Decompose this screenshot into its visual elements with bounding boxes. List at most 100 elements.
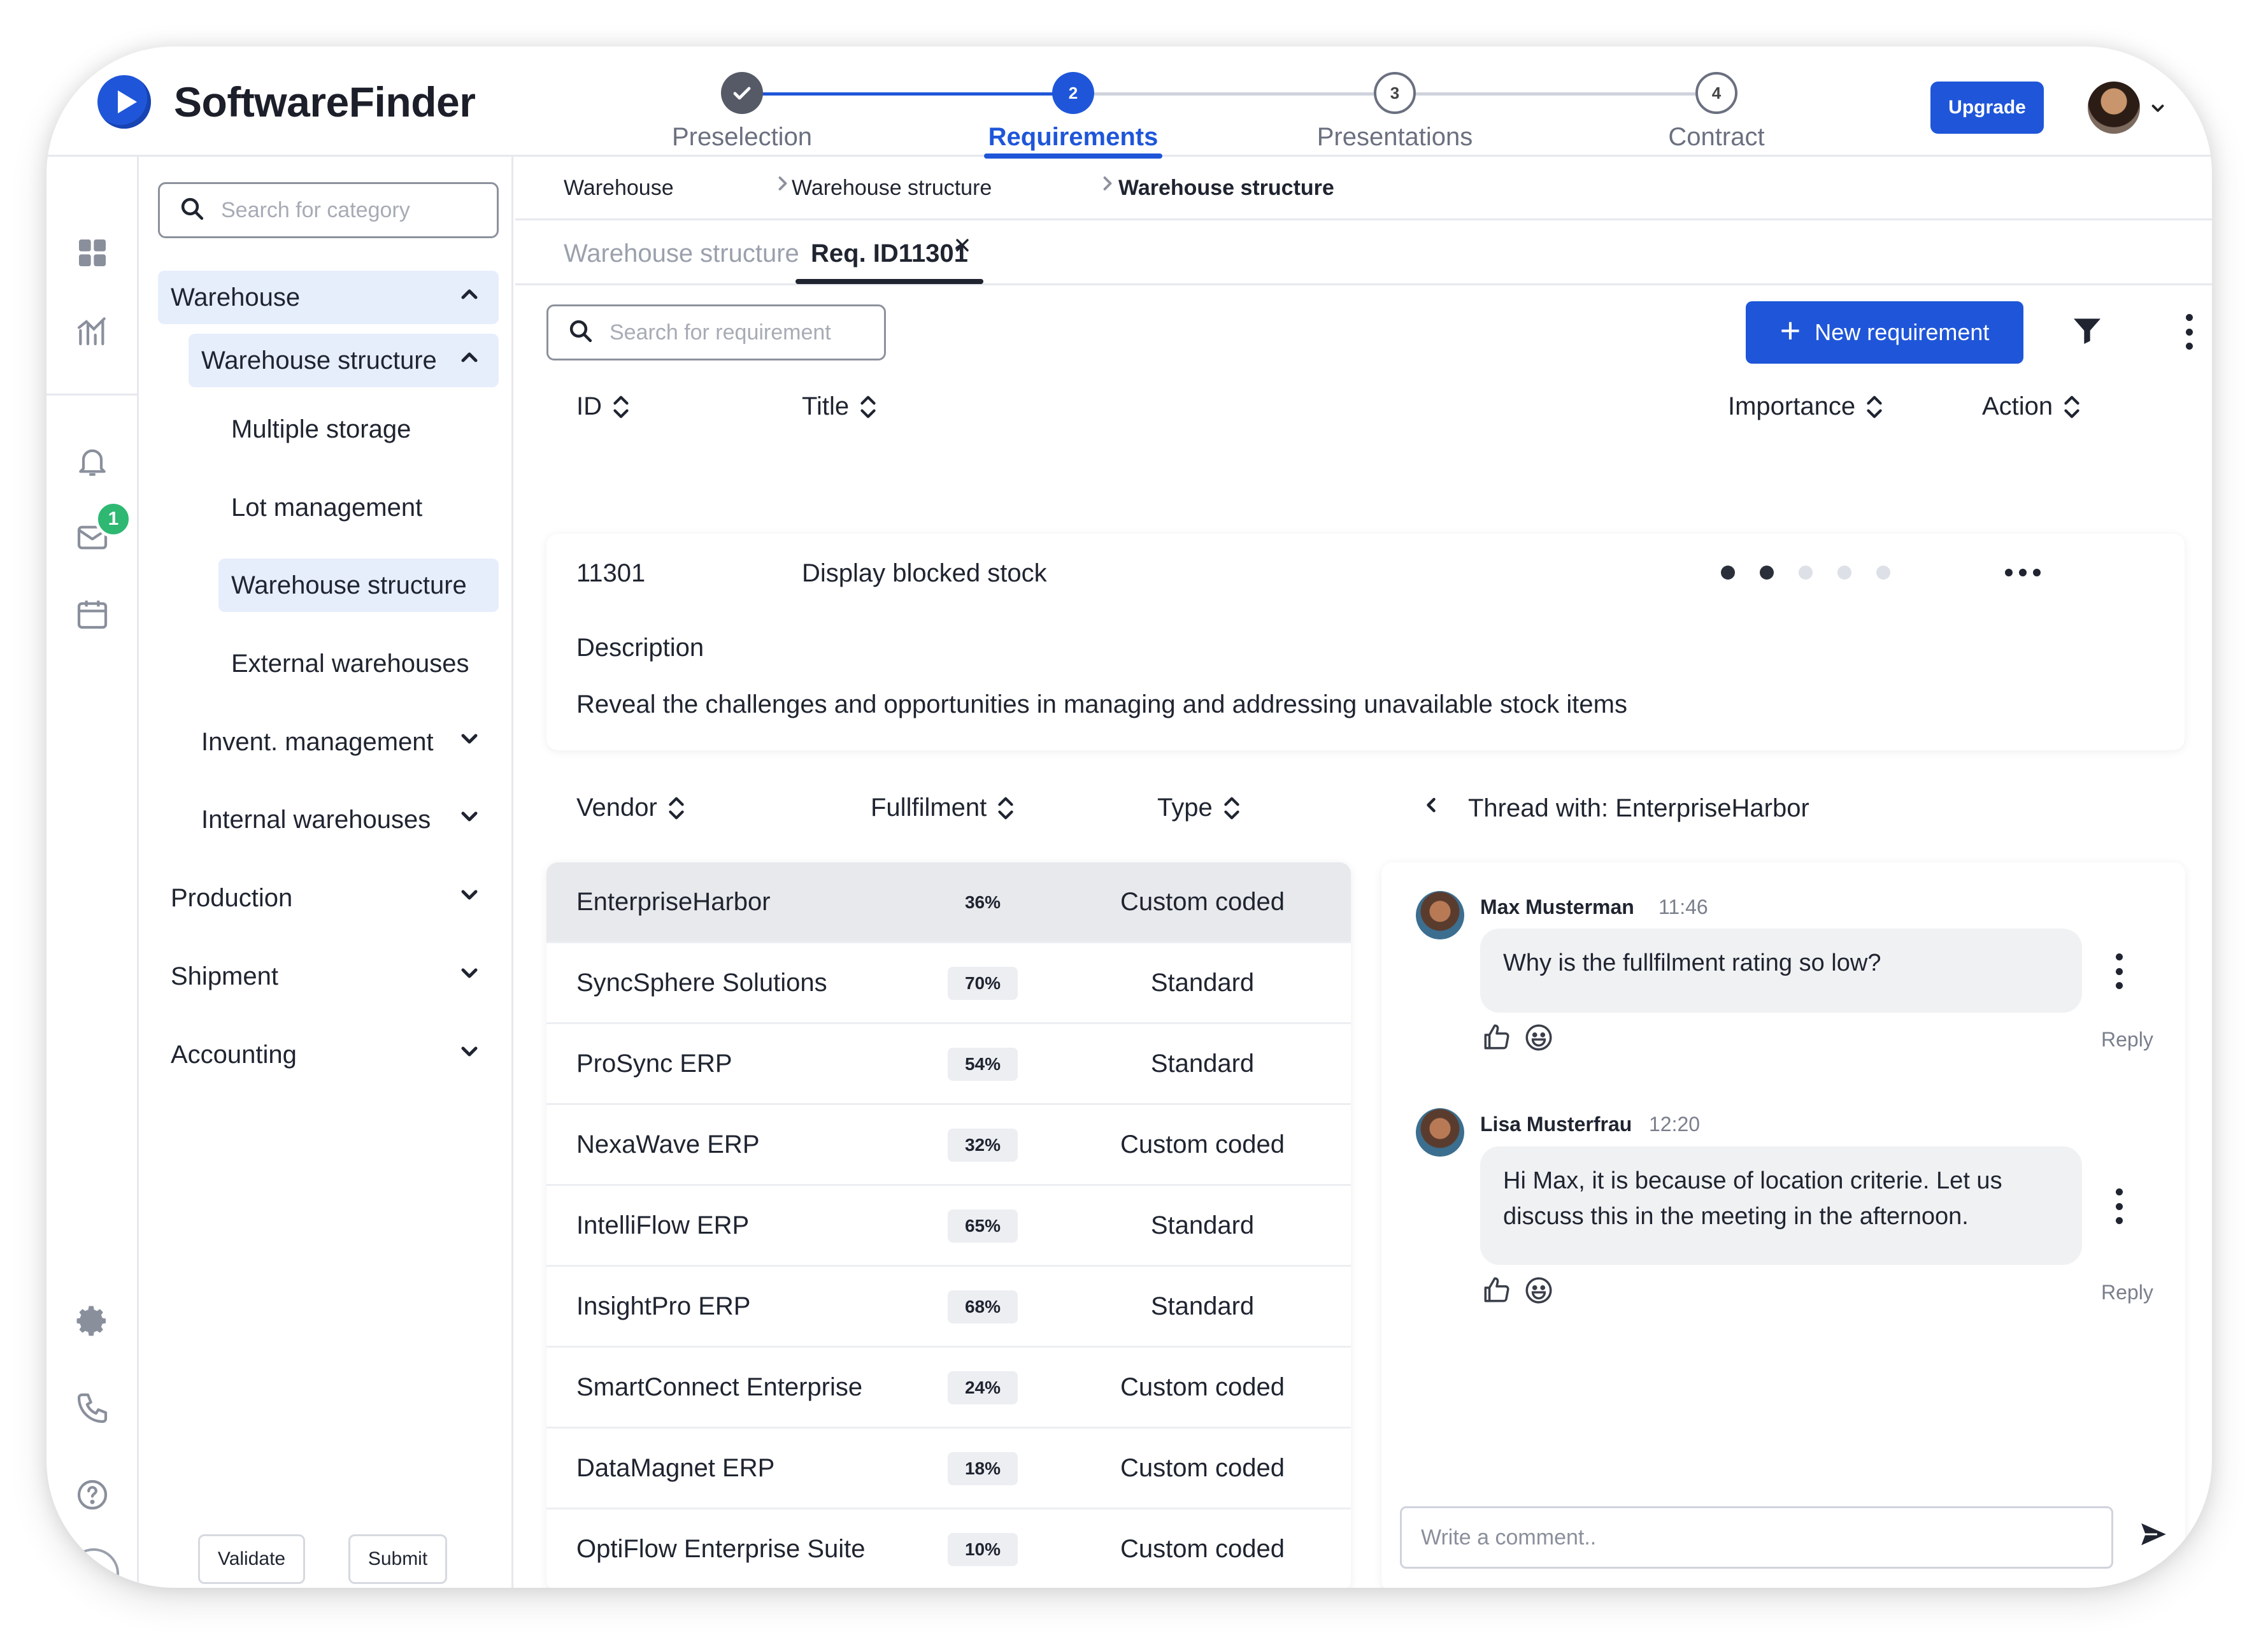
breadcrumb-item[interactable]: Warehouse	[564, 176, 674, 201]
column-header-action[interactable]: Action	[1982, 392, 2081, 421]
step-contract[interactable]: 4 Contract	[1608, 72, 1825, 152]
reply-button[interactable]: Reply	[2101, 1281, 2153, 1304]
sidebar-item-shipment[interactable]: Shipment	[158, 950, 499, 1003]
requirement-card[interactable]: 11301 Display blocked stock Description …	[546, 534, 2185, 750]
settings-icon[interactable]	[75, 1303, 110, 1339]
step-requirements[interactable]: 2 Requirements	[965, 72, 1181, 159]
chevron-down-icon[interactable]	[2148, 99, 2167, 123]
table-row[interactable]: InsightPro ERP 68% Standard	[546, 1267, 1351, 1348]
sidebar-item-label: Accounting	[171, 1040, 297, 1069]
column-header-importance[interactable]: Importance	[1728, 392, 1883, 421]
active-tab-underline	[795, 279, 983, 284]
fulfillment-badge: 36%	[964, 892, 1001, 912]
sidebar-item-invent-management[interactable]: Invent. management	[189, 715, 499, 769]
sort-icon	[997, 795, 1015, 822]
thread-title: Thread with: EnterpriseHarbor	[1468, 794, 1809, 822]
sidebar-item-lot-management[interactable]: Lot management	[218, 481, 499, 534]
sidebar-item-internal-warehouses[interactable]: Internal warehouses	[189, 793, 499, 846]
app-name: SoftwareFinder	[174, 78, 476, 125]
vendor-table: EnterpriseHarbor 36% Custom coded SyncSp…	[546, 862, 1351, 1588]
help-icon[interactable]	[75, 1477, 110, 1513]
sidebar-item-production[interactable]: Production	[158, 871, 499, 925]
sidebar-item-external-warehouses[interactable]: External warehouses	[218, 637, 499, 690]
step-preselection[interactable]: Preselection	[634, 72, 850, 152]
submit-button[interactable]: Submit	[348, 1534, 447, 1584]
category-sidebar: Warehouse Warehouse structure Multiple s…	[141, 157, 513, 1588]
emoji-icon[interactable]	[1523, 1274, 1555, 1306]
breadcrumb-item[interactable]: Warehouse structure	[792, 176, 992, 201]
avatar	[1416, 1108, 1464, 1157]
phone-icon[interactable]	[75, 1390, 110, 1426]
column-header-vendor[interactable]: Vendor	[576, 794, 685, 822]
message-options-icon[interactable]	[2114, 1188, 2124, 1224]
analytics-icon[interactable]	[75, 313, 110, 348]
user-avatar[interactable]	[2088, 82, 2140, 134]
requirement-search[interactable]	[546, 304, 886, 360]
new-requirement-button[interactable]: + New requirement	[1746, 301, 2023, 364]
vendor-type: Standard	[1150, 969, 1255, 997]
breadcrumb-current: Warehouse structure	[1118, 176, 1334, 200]
table-row[interactable]: SmartConnect Enterprise 24% Custom coded	[546, 1348, 1351, 1429]
step-number: 4	[1695, 72, 1737, 114]
table-row[interactable]: SyncSphere Solutions 70% Standard	[546, 943, 1351, 1024]
table-row[interactable]: EnterpriseHarbor 36% Custom coded	[546, 862, 1351, 943]
column-header-title[interactable]: Title	[802, 392, 877, 421]
table-row[interactable]: OptiFlow Enterprise Suite 10% Custom cod…	[546, 1509, 1351, 1588]
thumbs-up-icon[interactable]	[1480, 1022, 1512, 1053]
row-actions-icon[interactable]	[2005, 569, 2041, 576]
bell-icon[interactable]	[75, 443, 110, 479]
upgrade-button[interactable]: Upgrade	[1930, 82, 2044, 134]
sidebar-item-accounting[interactable]: Accounting	[158, 1028, 499, 1081]
plus-icon: +	[1779, 310, 1801, 350]
chevron-down-icon	[457, 1039, 482, 1071]
table-row[interactable]: DataMagnet ERP 18% Custom coded	[546, 1429, 1351, 1509]
vendor-name: NexaWave ERP	[576, 1130, 760, 1159]
chevron-up-icon	[457, 345, 482, 376]
category-search[interactable]	[158, 182, 499, 238]
tab-req-id11301[interactable]: Req. ID11301	[811, 239, 968, 268]
sort-icon	[667, 795, 685, 822]
message-options-icon[interactable]	[2114, 953, 2124, 989]
table-row[interactable]: ProSync ERP 54% Standard	[546, 1024, 1351, 1105]
sidebar-item-label: Warehouse	[171, 283, 301, 311]
calendar-icon[interactable]	[75, 596, 110, 632]
table-row[interactable]: IntelliFlow ERP 65% Standard	[546, 1186, 1351, 1267]
send-icon[interactable]	[2135, 1515, 2173, 1553]
message-text-line: discuss this in the meeting in the after…	[1503, 1203, 1969, 1230]
dashboard-icon[interactable]	[75, 235, 110, 271]
fulfillment-badge: 70%	[948, 967, 1018, 1000]
comment-input[interactable]	[1421, 1525, 2090, 1550]
logo[interactable]: SoftwareFinder	[97, 75, 476, 129]
tab-warehouse-structure[interactable]: Warehouse structure	[564, 239, 799, 268]
emoji-icon[interactable]	[1523, 1022, 1555, 1053]
more-options-icon[interactable]	[2184, 314, 2194, 350]
table-row[interactable]: NexaWave ERP 32% Custom coded	[546, 1105, 1351, 1186]
progress-stepper: Preselection 2 Requirements 3 Presentati…	[634, 72, 1765, 159]
column-header-type[interactable]: Type	[1157, 794, 1241, 822]
vendor-type: Custom coded	[1120, 1535, 1285, 1563]
chevron-right-icon	[1096, 172, 1119, 201]
filter-icon[interactable]	[2069, 313, 2105, 348]
thumbs-up-icon[interactable]	[1480, 1274, 1512, 1306]
validate-button[interactable]: Validate	[198, 1534, 305, 1584]
sort-icon	[2063, 394, 2081, 420]
category-search-input[interactable]	[221, 197, 476, 223]
sidebar-item-warehouse-structure[interactable]: Warehouse structure	[189, 334, 499, 387]
requirement-search-input[interactable]	[610, 320, 877, 345]
reply-button[interactable]: Reply	[2101, 1028, 2153, 1052]
sidebar-item-multiple-storage[interactable]: Multiple storage	[218, 403, 499, 456]
sidebar-item-warehouse[interactable]: Warehouse	[158, 271, 499, 324]
close-icon[interactable]	[952, 233, 973, 262]
step-presentations[interactable]: 3 Presentations	[1287, 72, 1503, 152]
column-header-label: Title	[802, 392, 850, 420]
column-header-id[interactable]: ID	[576, 392, 630, 421]
fulfillment-badge: 18%	[948, 1452, 1018, 1485]
chevron-down-icon	[457, 882, 482, 914]
column-header-fulfillment[interactable]: Fullfilment	[871, 794, 1015, 822]
expand-icon[interactable]	[68, 1548, 119, 1588]
sidebar-item-label: Production	[171, 883, 293, 912]
comment-field[interactable]	[1400, 1506, 2113, 1569]
vendor-name: IntelliFlow ERP	[576, 1211, 750, 1239]
sidebar-item-warehouse-structure-selected[interactable]: Warehouse structure	[218, 559, 499, 612]
chevron-left-icon[interactable]	[1420, 794, 1443, 823]
